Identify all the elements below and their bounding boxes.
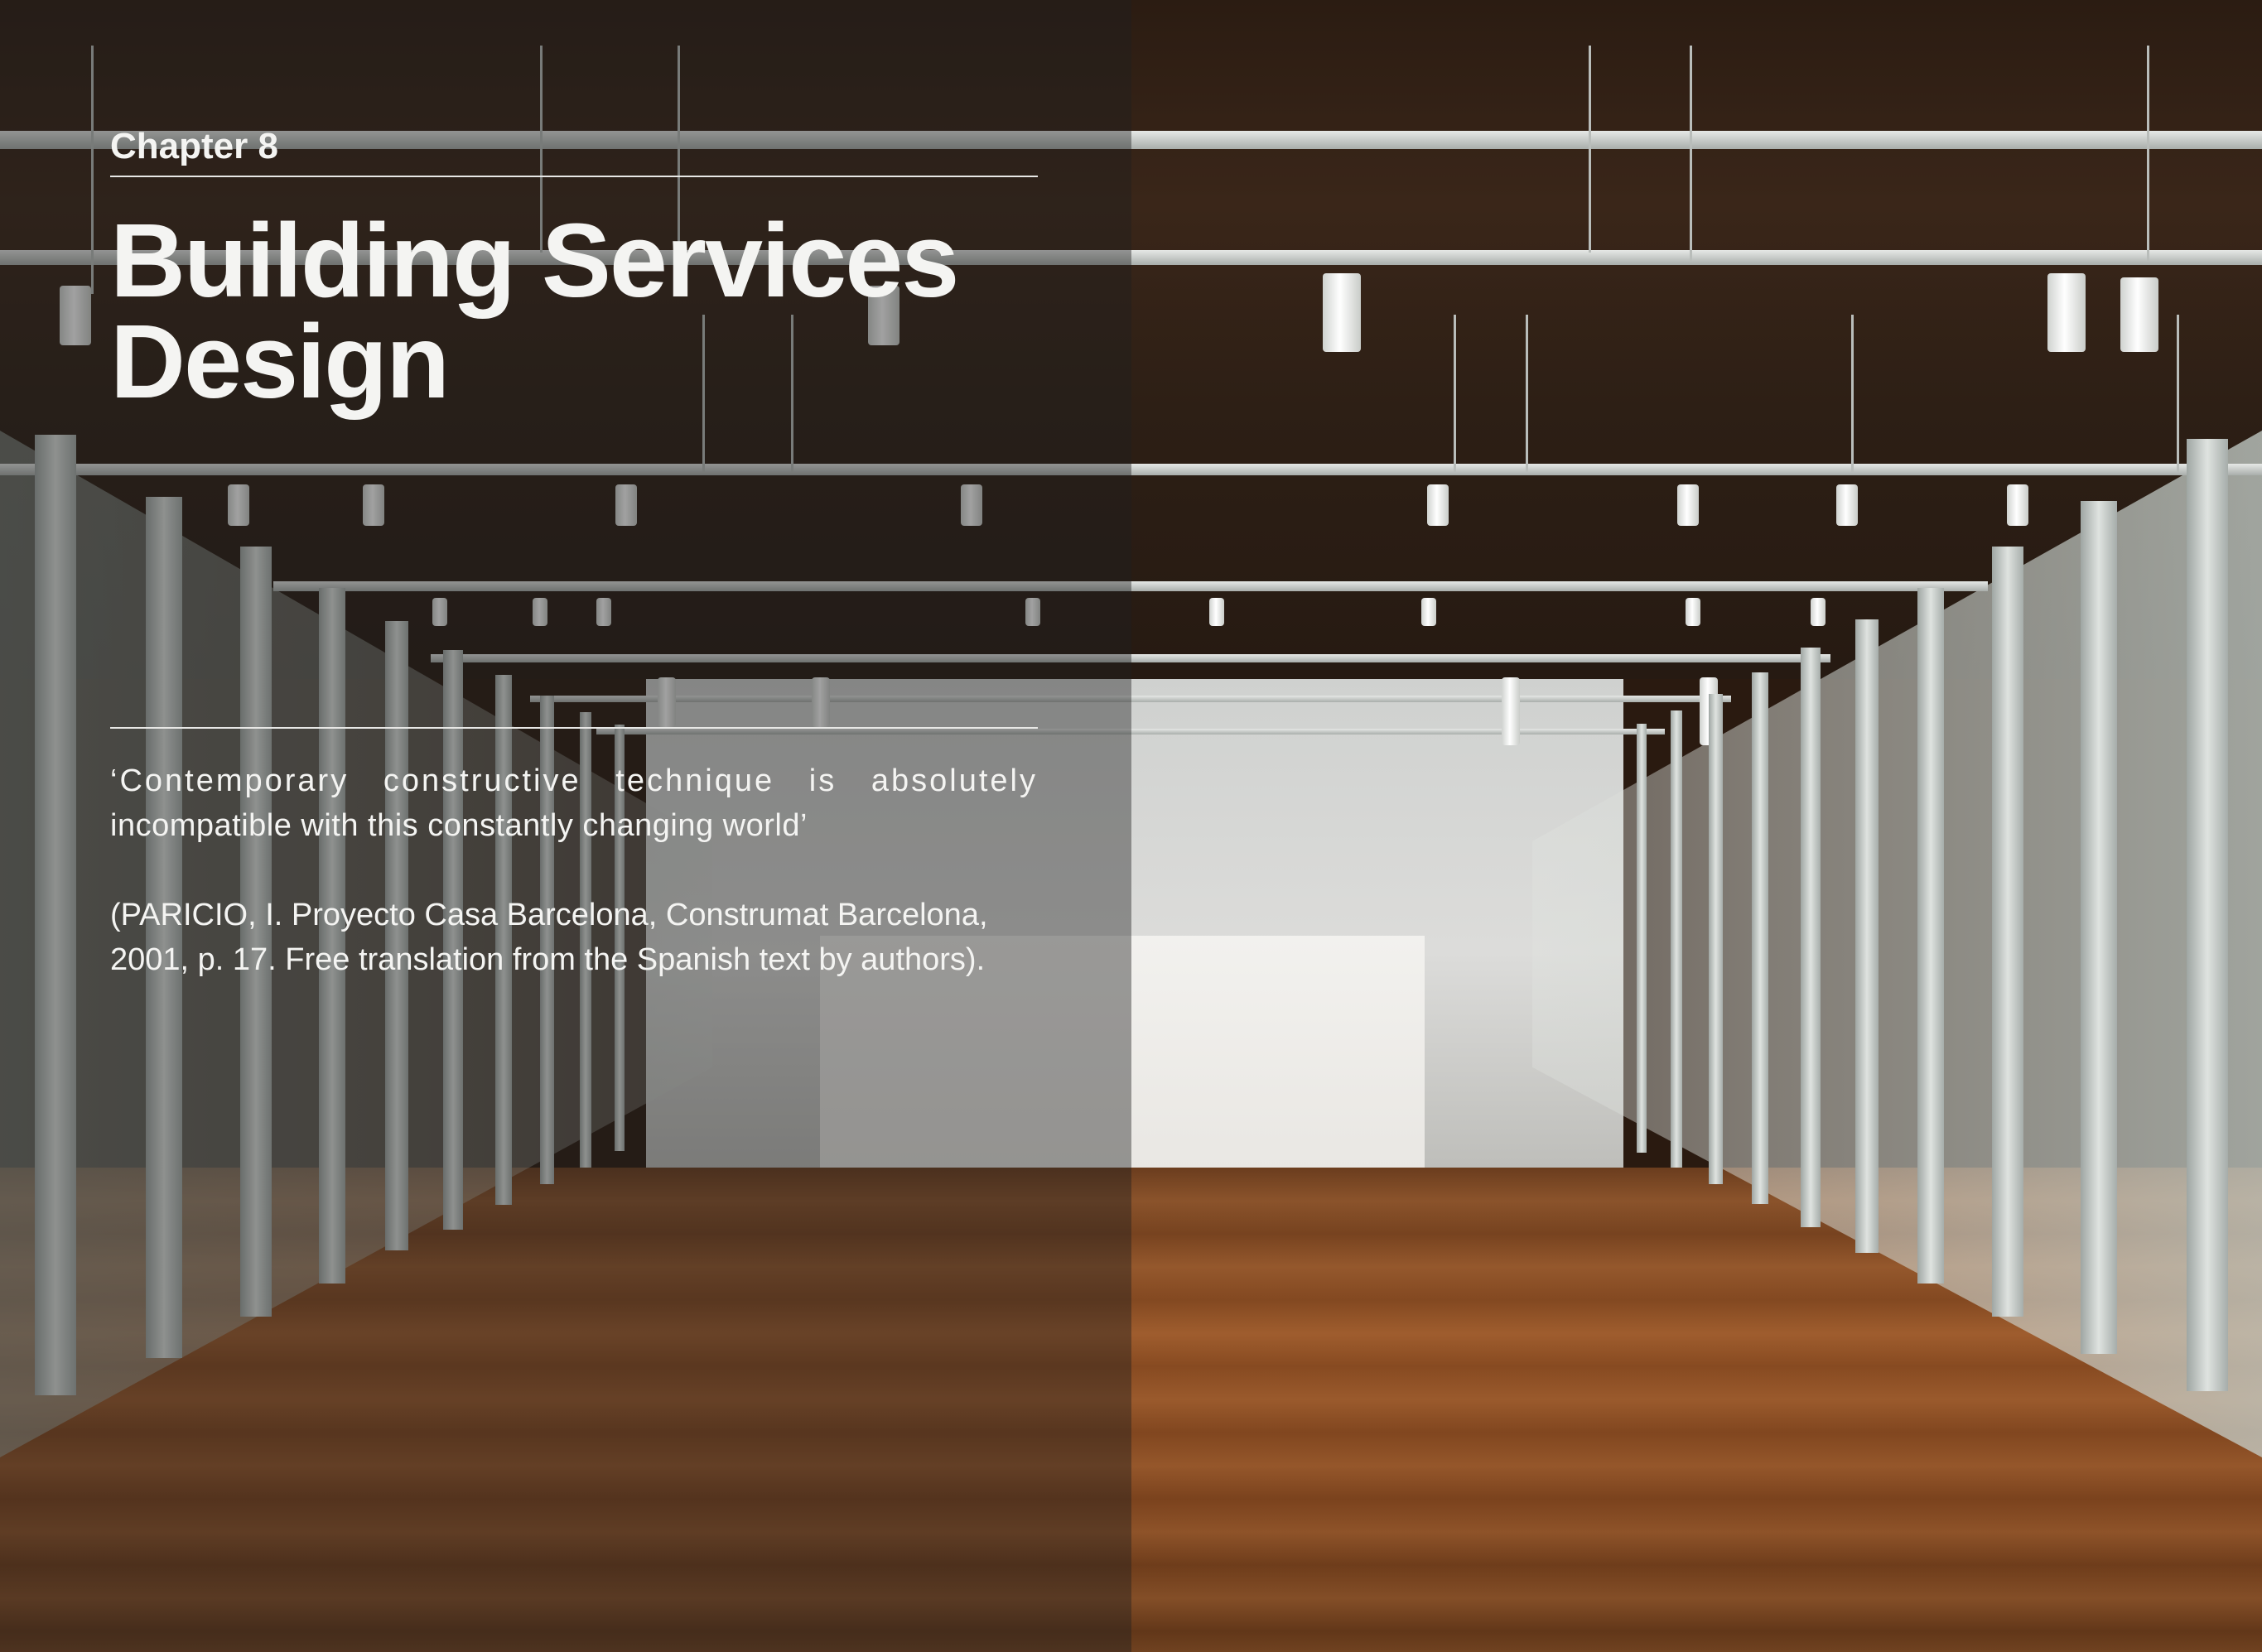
- pendant-lamp: [2120, 277, 2158, 352]
- steel-post: [1671, 710, 1682, 1168]
- pendant-lamp: [1677, 484, 1699, 526]
- chapter-label: Chapter 8: [110, 126, 278, 166]
- chapter-opener: Chapter 8 Building Services Design ‘Cont…: [110, 124, 1038, 977]
- pendant-lamp: [1811, 598, 1826, 626]
- hanging-rod: [1690, 46, 1692, 261]
- quote-rule: [110, 727, 1038, 729]
- steel-post: [1855, 619, 1879, 1253]
- pendant-lamp: [1323, 273, 1361, 352]
- chapter-title-line-2: Design: [110, 303, 450, 420]
- hanging-rod: [1526, 315, 1528, 472]
- hanging-rod: [2147, 46, 2149, 261]
- hanging-rod: [1589, 46, 1591, 253]
- steel-post: [1917, 588, 1944, 1284]
- chapter-rule: [110, 176, 1038, 177]
- hanging-rod: [1851, 315, 1854, 472]
- steel-post: [1637, 724, 1647, 1153]
- steel-post: [1801, 648, 1821, 1227]
- pendant-lamp: [1209, 598, 1224, 626]
- pendant-lamp: [2007, 484, 2028, 526]
- chapter-title-line-1: Building Services: [110, 202, 959, 319]
- chapter-title: Building Services Design: [110, 202, 1038, 420]
- hanging-rod: [2177, 315, 2179, 472]
- pendant-lamp: [1421, 598, 1436, 626]
- epigraph-quote-line-2: incompatible with this constantly changi…: [110, 808, 808, 843]
- epigraph-quote-line-1: ‘Contemporary constructive technique is …: [110, 763, 1038, 798]
- pendant-lamp: [2047, 273, 2086, 352]
- pendant-lamp: [1836, 484, 1858, 526]
- pendant-lamp: [1427, 484, 1449, 526]
- steel-post: [1992, 547, 2023, 1317]
- epigraph-citation-line-2: 2001, p. 17. Free translation from the S…: [110, 942, 986, 977]
- hanging-rod: [1454, 315, 1456, 472]
- epigraph-quote: ‘Contemporary constructive technique is …: [110, 759, 1038, 848]
- epigraph-citation-line-1: (PARICIO, I. Proyecto Casa Barcelona, Co…: [110, 898, 988, 932]
- steel-post: [2081, 501, 2117, 1354]
- steel-post: [2187, 439, 2228, 1391]
- steel-post: [1752, 672, 1768, 1204]
- epigraph-citation: (PARICIO, I. Proyecto Casa Barcelona, Co…: [110, 893, 1038, 982]
- pendant-lamp: [1686, 598, 1700, 626]
- pendant-lamp: [1502, 677, 1520, 745]
- steel-post: [1709, 694, 1723, 1184]
